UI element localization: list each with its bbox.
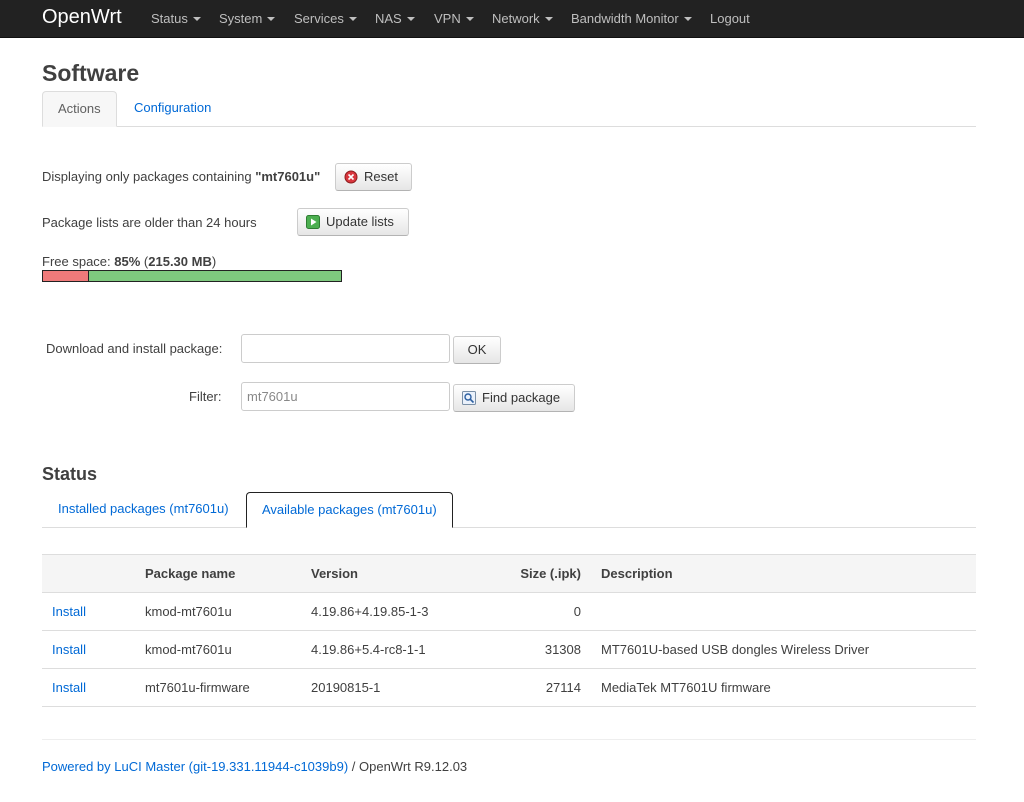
filter-notice-term: "mt7601u"	[255, 169, 321, 184]
nav-system-label: System	[219, 11, 263, 26]
install-link[interactable]: Install	[52, 642, 86, 657]
version-cell: 20190815-1	[301, 668, 467, 707]
size-cell: 27114	[467, 668, 591, 707]
find-package-button-label: Find package	[482, 390, 561, 405]
page-title: Software	[42, 60, 140, 86]
description-cell	[591, 592, 976, 631]
tab-actions[interactable]: Actions	[42, 91, 117, 127]
description-cell: MediaTek MT7601U firmware	[591, 668, 976, 707]
chevron-down-icon	[267, 17, 276, 21]
chevron-down-icon	[465, 17, 474, 21]
column-header-package-name: Package name	[135, 554, 301, 593]
column-header-version: Version	[301, 554, 467, 593]
table-row: Install kmod-mt7601u 4.19.86+4.19.85-1-3…	[42, 592, 976, 631]
nav-vpn-label: VPN	[434, 11, 461, 26]
chevron-down-icon	[348, 17, 357, 21]
reset-icon	[344, 170, 358, 184]
brand-logo[interactable]: OpenWrt	[42, 6, 122, 29]
status-title: Status	[42, 464, 98, 484]
nav-status[interactable]: Status	[151, 11, 201, 26]
update-lists-button-label: Update lists	[326, 214, 394, 229]
filter-label: Filter:	[189, 389, 222, 404]
nav-system[interactable]: System	[219, 11, 276, 26]
table-header-row: Package name Version Size (.ipk) Descrip…	[42, 554, 976, 593]
nav-services-label: Services	[294, 11, 344, 26]
ok-button[interactable]: OK	[453, 336, 501, 364]
free-space-label: Free space: 85% (215.30 MB)	[42, 254, 217, 269]
nav-services[interactable]: Services	[294, 11, 357, 26]
package-name-cell: kmod-mt7601u	[135, 630, 301, 669]
filter-notice: Displaying only packages containing "mt7…	[42, 169, 320, 184]
tab-installed-packages[interactable]: Installed packages (mt7601u)	[43, 492, 244, 528]
size-cell: 31308	[467, 630, 591, 669]
reset-button-label: Reset	[364, 169, 398, 184]
footer-divider	[42, 739, 976, 740]
column-header-action	[42, 554, 135, 593]
version-cell: 4.19.86+4.19.85-1-3	[301, 592, 467, 631]
install-link[interactable]: Install	[52, 680, 86, 695]
column-header-description: Description	[591, 554, 976, 593]
packages-table: Package name Version Size (.ipk) Descrip…	[42, 554, 976, 707]
nav-bandwidth-monitor-label: Bandwidth Monitor	[571, 11, 679, 26]
description-cell: MT7601U-based USB dongles Wireless Drive…	[591, 630, 976, 669]
table-row: Install mt7601u-firmware 20190815-1 2711…	[42, 668, 976, 707]
size-cell: 0	[467, 592, 591, 631]
free-space-prefix: Free space:	[42, 254, 115, 269]
footer: Powered by LuCI Master (git-19.331.11944…	[42, 759, 467, 774]
tab-available-packages[interactable]: Available packages (mt7601u)	[246, 492, 453, 528]
filter-input[interactable]	[241, 382, 450, 411]
nav-nas[interactable]: NAS	[375, 11, 415, 26]
update-lists-button[interactable]: Update lists	[297, 208, 409, 236]
nav-network-label: Network	[492, 11, 540, 26]
free-space-percent: 85%	[114, 254, 141, 269]
nav-vpn[interactable]: VPN	[434, 11, 474, 26]
download-package-input[interactable]	[241, 334, 450, 363]
chevron-down-icon	[192, 17, 201, 21]
lists-age-notice: Package lists are older than 24 hours	[42, 215, 257, 230]
package-name-cell: kmod-mt7601u	[135, 592, 301, 631]
nav-network[interactable]: Network	[492, 11, 553, 26]
nav-logout[interactable]: Logout	[710, 11, 750, 26]
luci-version-link[interactable]: Powered by LuCI Master (git-19.331.11944…	[42, 759, 348, 774]
install-link[interactable]: Install	[52, 604, 86, 619]
column-header-size: Size (.ipk)	[467, 554, 591, 593]
free-space-fill	[87, 271, 341, 281]
filter-notice-text: Displaying only packages containing	[42, 169, 256, 184]
play-icon	[306, 215, 320, 229]
version-cell: 4.19.86+5.4-rc8-1-1	[301, 630, 467, 669]
chevron-down-icon	[683, 17, 692, 21]
nav-bandwidth-monitor[interactable]: Bandwidth Monitor	[571, 11, 692, 26]
magnifier-icon	[462, 391, 476, 405]
openwrt-version: / OpenWrt R9.12.03	[348, 759, 468, 774]
free-space-size: 215.30 MB	[148, 254, 212, 269]
find-package-button[interactable]: Find package	[453, 384, 575, 412]
download-label: Download and install package:	[46, 341, 223, 356]
nav-status-label: Status	[151, 11, 188, 26]
table-row: Install kmod-mt7601u 4.19.86+5.4-rc8-1-1…	[42, 630, 976, 669]
top-navbar: OpenWrt Status System Services NAS VPN N…	[0, 0, 1024, 38]
nav-nas-label: NAS	[375, 11, 402, 26]
package-name-cell: mt7601u-firmware	[135, 668, 301, 707]
reset-button[interactable]: Reset	[335, 163, 412, 191]
chevron-down-icon	[544, 17, 553, 21]
free-space-bar	[42, 270, 342, 282]
chevron-down-icon	[406, 17, 415, 21]
tab-configuration[interactable]: Configuration	[119, 91, 226, 127]
